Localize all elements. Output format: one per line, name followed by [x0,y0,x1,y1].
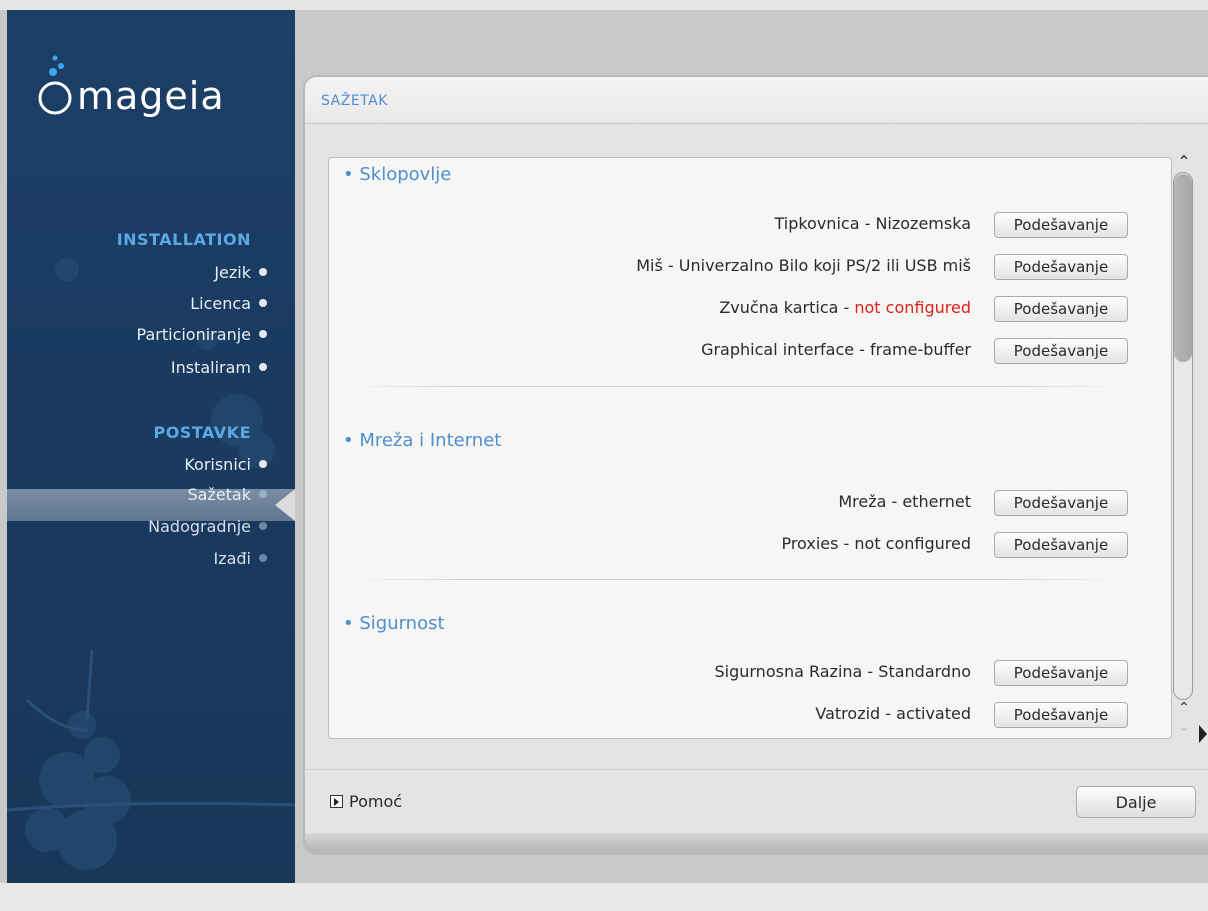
summary-row-label: Graphical interface - frame-buffer [701,340,971,359]
logo-text: mageia [77,74,225,118]
section-separator [349,579,1119,580]
sidebar-step-licenca: Licenca [190,294,251,313]
step-active-dot-icon [259,490,267,498]
scroll-up-small-chevron-icon[interactable]: ⌃ [1175,700,1193,716]
summary-list: • Sklopovlje Tipkovnica - Nizozemska Pod… [328,157,1172,739]
summary-row-label: Miš - Univerzalno Bilo koji PS/2 ili USB… [636,256,971,275]
step-done-dot-icon [259,363,267,371]
play-triangle-icon [330,794,343,808]
active-step-pointer-icon [275,489,295,521]
step-done-dot-icon [259,460,267,468]
warning-status: not configured [854,298,971,317]
summary-row-label: Sigurnosna Razina - Standardno [714,662,971,681]
sidebar-step-korisnici: Korisnici [184,455,251,474]
sound-card-label: Zvučna kartica - [719,298,855,317]
page-title: SAŽETAK [321,93,388,109]
next-button[interactable]: Dalje [1076,786,1196,818]
step-done-dot-icon [259,299,267,307]
help-expander[interactable]: Pomoć [330,790,402,812]
scroll-down-chevron-icon[interactable]: ⌄ [1175,720,1193,736]
sidebar-step-sazetak: Sažetak [187,485,251,504]
scrollbar-thumb[interactable] [1174,174,1192,362]
sidebar-step-jezik: Jezik [214,263,251,282]
bottom-strip [0,883,1208,911]
step-done-dot-icon [259,330,267,338]
flower-decoration [7,258,295,870]
sidebar: mageia INSTALLATION Jezik Licenca Partic… [7,10,295,883]
configure-keyboard-button[interactable]: Podešavanje [994,212,1128,238]
panel-header: SAŽETAK [305,77,1208,124]
configure-proxies-button[interactable]: Podešavanje [994,532,1128,558]
step-pending-dot-icon [259,522,267,530]
scroll-up-chevron-icon[interactable]: ⌃ [1175,152,1193,171]
configure-graphical-interface-button[interactable]: Podešavanje [994,338,1128,364]
section-heading-network: • Mreža i Internet [343,430,502,451]
summary-row-label: Proxies - not configured [781,534,971,553]
step-done-dot-icon [259,268,267,276]
sidebar-section-installation: INSTALLATION [116,230,251,249]
sidebar-step-izadi: Izađi [213,549,251,568]
footer-divider [305,769,1208,770]
summary-row-label: Zvučna kartica - not configured [719,298,971,317]
section-separator [349,386,1119,387]
sidebar-step-particioniranje: Particioniranje [136,325,251,344]
configure-mouse-button[interactable]: Podešavanje [994,254,1128,280]
summary-row-label: Vatrozid - activated [815,704,971,723]
summary-row-label: Mreža - ethernet [838,492,971,511]
top-strip [0,0,1208,10]
sidebar-step-instaliram: Instaliram [170,358,251,377]
sidebar-step-nadogradnje: Nadogradnje [148,517,251,536]
configure-firewall-button[interactable]: Podešavanje [994,702,1128,728]
configure-sound-card-button[interactable]: Podešavanje [994,296,1128,322]
panel-bottom-band [305,833,1208,849]
help-label: Pomoć [349,791,403,811]
summary-row-label: Tipkovnica - Nizozemska [774,214,971,233]
section-heading-hardware: • Sklopovlje [343,164,452,185]
mouse-cursor-icon [1199,725,1207,743]
section-heading-security: • Sigurnost [343,613,445,634]
configure-security-level-button[interactable]: Podešavanje [994,660,1128,686]
step-pending-dot-icon [259,554,267,562]
configure-network-button[interactable]: Podešavanje [994,490,1128,516]
sidebar-section-postavke: POSTAVKE [153,423,251,442]
